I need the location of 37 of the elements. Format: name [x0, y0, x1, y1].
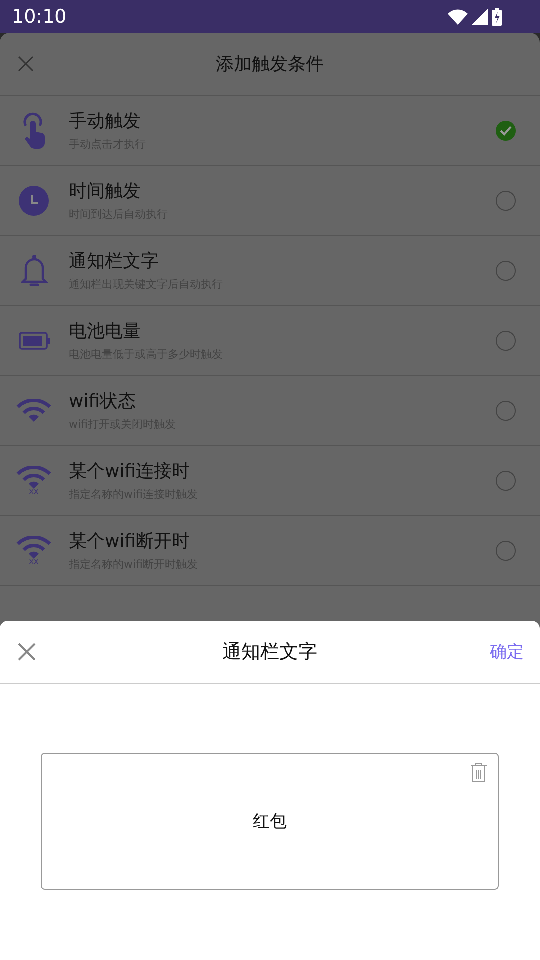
- check-icon: [500, 126, 512, 136]
- sheet-title: 通知栏文字: [222, 640, 318, 665]
- radio-button[interactable]: [496, 190, 516, 210]
- clock-icon: [19, 186, 49, 216]
- cell-signal-icon: [472, 8, 488, 24]
- dialog-title: 添加触发条件: [216, 53, 324, 76]
- option-title: 手动触发: [69, 110, 142, 133]
- trash-icon: [470, 763, 488, 783]
- wifi-icon: [16, 536, 52, 560]
- radio-button[interactable]: [496, 400, 516, 420]
- option-title: 时间触发: [69, 180, 142, 203]
- option-title: 电池电量: [69, 320, 142, 343]
- close-button[interactable]: [16, 54, 36, 74]
- wifi-icon: [16, 398, 52, 422]
- option-title: 通知栏文字: [69, 250, 160, 273]
- radio-button[interactable]: [496, 540, 516, 560]
- keyword-text: 红包: [253, 811, 287, 833]
- option-title: 某个wifi连接时: [69, 460, 192, 483]
- option-title: wifi状态: [69, 390, 138, 413]
- radio-button[interactable]: [496, 260, 516, 280]
- option-title: 某个wifi断开时: [69, 530, 192, 553]
- radio-button[interactable]: [496, 470, 516, 490]
- wifi-signal-icon: [448, 8, 468, 24]
- battery-icon: [18, 332, 50, 350]
- battery-charging-icon: [492, 8, 502, 26]
- tap-hand-icon: [21, 112, 47, 150]
- close-icon: [18, 643, 36, 661]
- radio-button[interactable]: [496, 330, 516, 350]
- close-button[interactable]: [16, 641, 38, 663]
- status-time: 10:10: [12, 6, 67, 28]
- close-icon: [18, 56, 34, 72]
- radio-button[interactable]: [496, 120, 516, 140]
- bell-icon: [20, 254, 48, 288]
- wifi-icon: [16, 466, 52, 490]
- keyword-card[interactable]: 红包: [41, 753, 499, 890]
- confirm-button[interactable]: 确定: [490, 640, 524, 664]
- delete-button[interactable]: [470, 763, 488, 783]
